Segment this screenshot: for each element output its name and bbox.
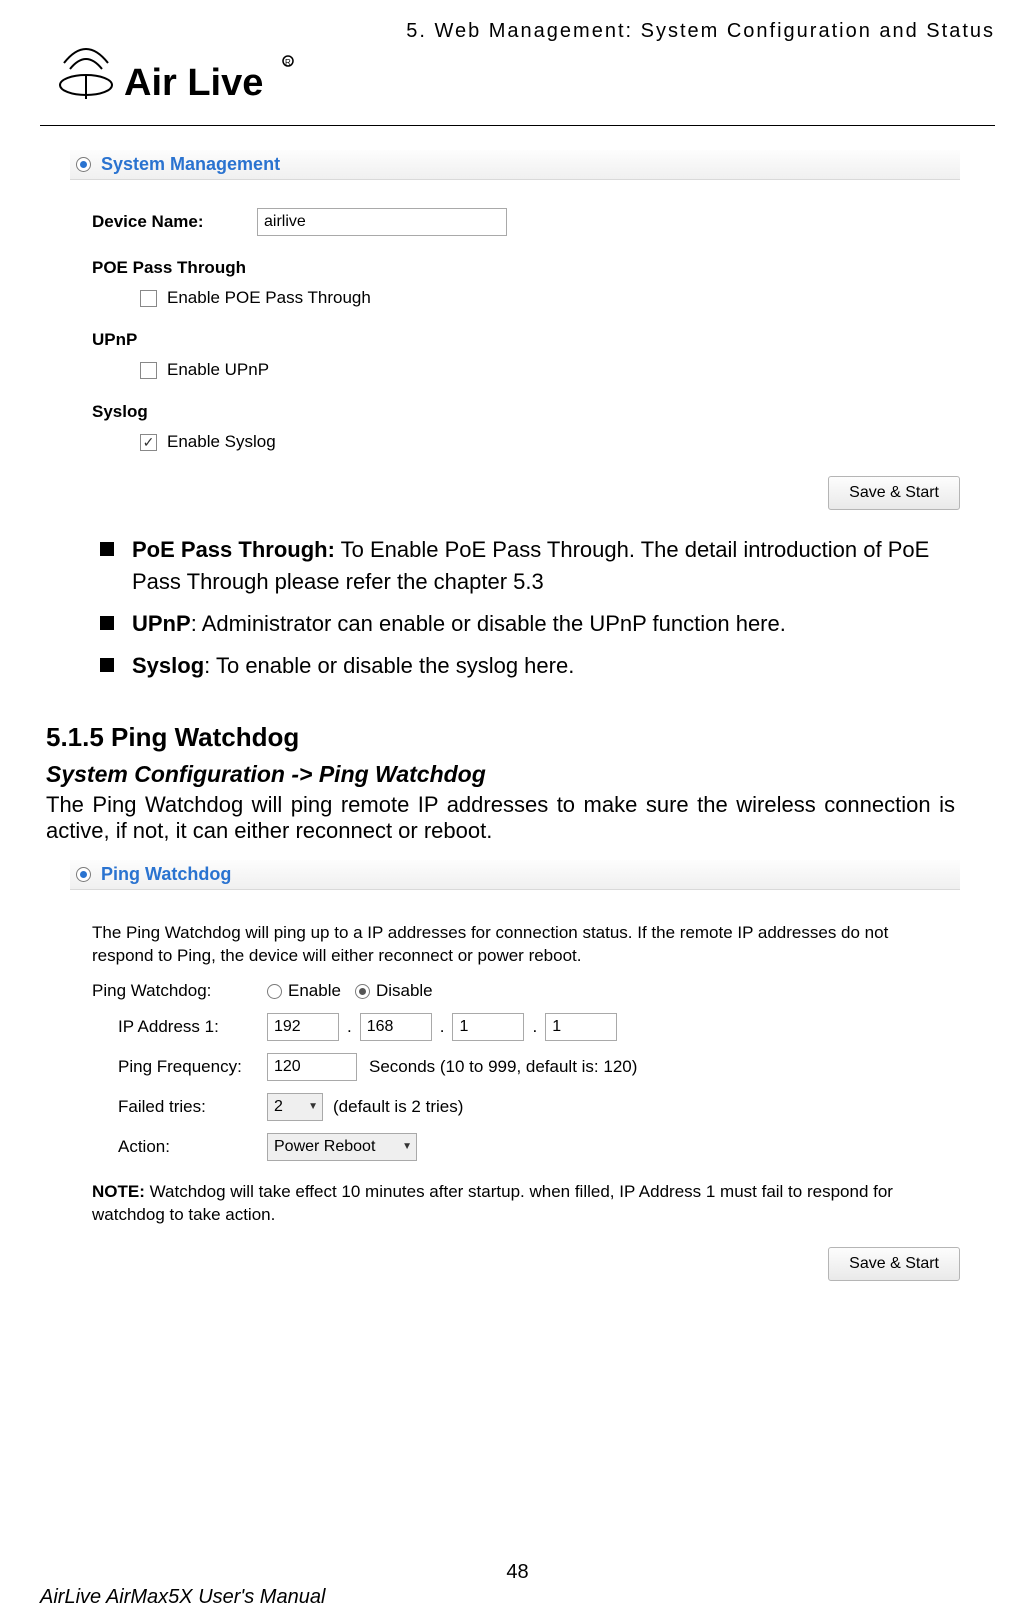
system-management-panel: System Management Device Name: POE Pass … [70,150,960,516]
ip-octet-3[interactable] [452,1013,524,1041]
ping-frequency-label: Ping Frequency: [92,1057,267,1077]
save-start-button[interactable]: Save & Start [828,1247,960,1281]
ping-watchdog-panel: Ping Watchdog The Ping Watchdog will pin… [70,860,960,1288]
failed-tries-select[interactable]: 2 [267,1093,323,1121]
list-item: UPnP: Administrator can enable or disabl… [100,608,955,640]
ip-octet-1[interactable] [267,1013,339,1041]
upnp-bullet-title: UPnP [132,611,191,636]
panel-radio-icon [76,157,91,172]
disable-radio[interactable] [355,984,370,999]
upnp-bullet-text: : Administrator can enable or disable th… [191,611,786,636]
feature-list: PoE Pass Through: To Enable PoE Pass Thr… [100,534,955,682]
note-text: Watchdog will take effect 10 minutes aft… [92,1182,893,1224]
panel-header: Ping Watchdog [70,860,960,890]
syslog-bullet-title: Syslog [132,653,204,678]
ping-frequency-suffix: Seconds (10 to 999, default is: 120) [369,1057,637,1077]
bullet-icon [100,542,114,556]
ping-note: NOTE: Watchdog will take effect 10 minut… [92,1181,912,1227]
failed-tries-suffix: (default is 2 tries) [333,1097,463,1117]
list-item: PoE Pass Through: To Enable PoE Pass Thr… [100,534,955,598]
poe-checkbox[interactable] [140,290,157,307]
upnp-heading: UPnP [92,330,960,350]
section-intro: The Ping Watchdog will ping remote IP ad… [46,792,955,844]
page-footer: 48 AirLive AirMax5X User's Manual [40,1561,995,1609]
svg-text:Air Live: Air Live [124,62,263,104]
ping-description: The Ping Watchdog will ping up to a IP a… [92,922,892,968]
bullet-icon [100,616,114,630]
poe-bullet-title: PoE Pass Through: [132,537,335,562]
upnp-checkbox-label: Enable UPnP [167,360,269,380]
panel-radio-icon [76,867,91,882]
panel-header: System Management [70,150,960,180]
poe-heading: POE Pass Through [92,258,960,278]
brand-logo: Air Live R [40,39,995,119]
upnp-checkbox[interactable] [140,362,157,379]
syslog-checkbox[interactable] [140,434,157,451]
syslog-bullet-text: : To enable or disable the syslog here. [204,653,574,678]
section-heading: 5.1.5 Ping Watchdog [46,722,995,753]
syslog-checkbox-label: Enable Syslog [167,432,276,452]
syslog-heading: Syslog [92,402,960,422]
enable-radio[interactable] [267,984,282,999]
ping-frequency-input[interactable] [267,1053,357,1081]
poe-checkbox-label: Enable POE Pass Through [167,288,371,308]
dot-separator: . [532,1017,537,1037]
dot-separator: . [440,1017,445,1037]
device-name-input[interactable] [257,208,507,236]
action-label: Action: [92,1137,267,1157]
breadcrumb: System Configuration -> Ping Watchdog [46,761,995,788]
panel-title: System Management [101,154,280,175]
ip-octet-4[interactable] [545,1013,617,1041]
ip-address-label: IP Address 1: [92,1017,267,1037]
enable-label: Enable [288,981,341,1001]
bullet-icon [100,658,114,672]
svg-text:R: R [285,58,291,67]
list-item: Syslog: To enable or disable the syslog … [100,650,955,682]
header-divider [40,125,995,126]
ping-watchdog-label: Ping Watchdog: [92,981,267,1001]
device-name-label: Device Name: [92,212,257,232]
disable-label: Disable [376,981,433,1001]
panel-title: Ping Watchdog [101,864,231,885]
save-start-button[interactable]: Save & Start [828,476,960,510]
manual-title: AirLive AirMax5X User's Manual [40,1586,995,1609]
dot-separator: . [347,1017,352,1037]
page-number: 48 [40,1561,995,1584]
note-bold: NOTE: [92,1182,145,1201]
action-select[interactable]: Power Reboot [267,1133,417,1161]
failed-tries-label: Failed tries: [92,1097,267,1117]
ip-octet-2[interactable] [360,1013,432,1041]
